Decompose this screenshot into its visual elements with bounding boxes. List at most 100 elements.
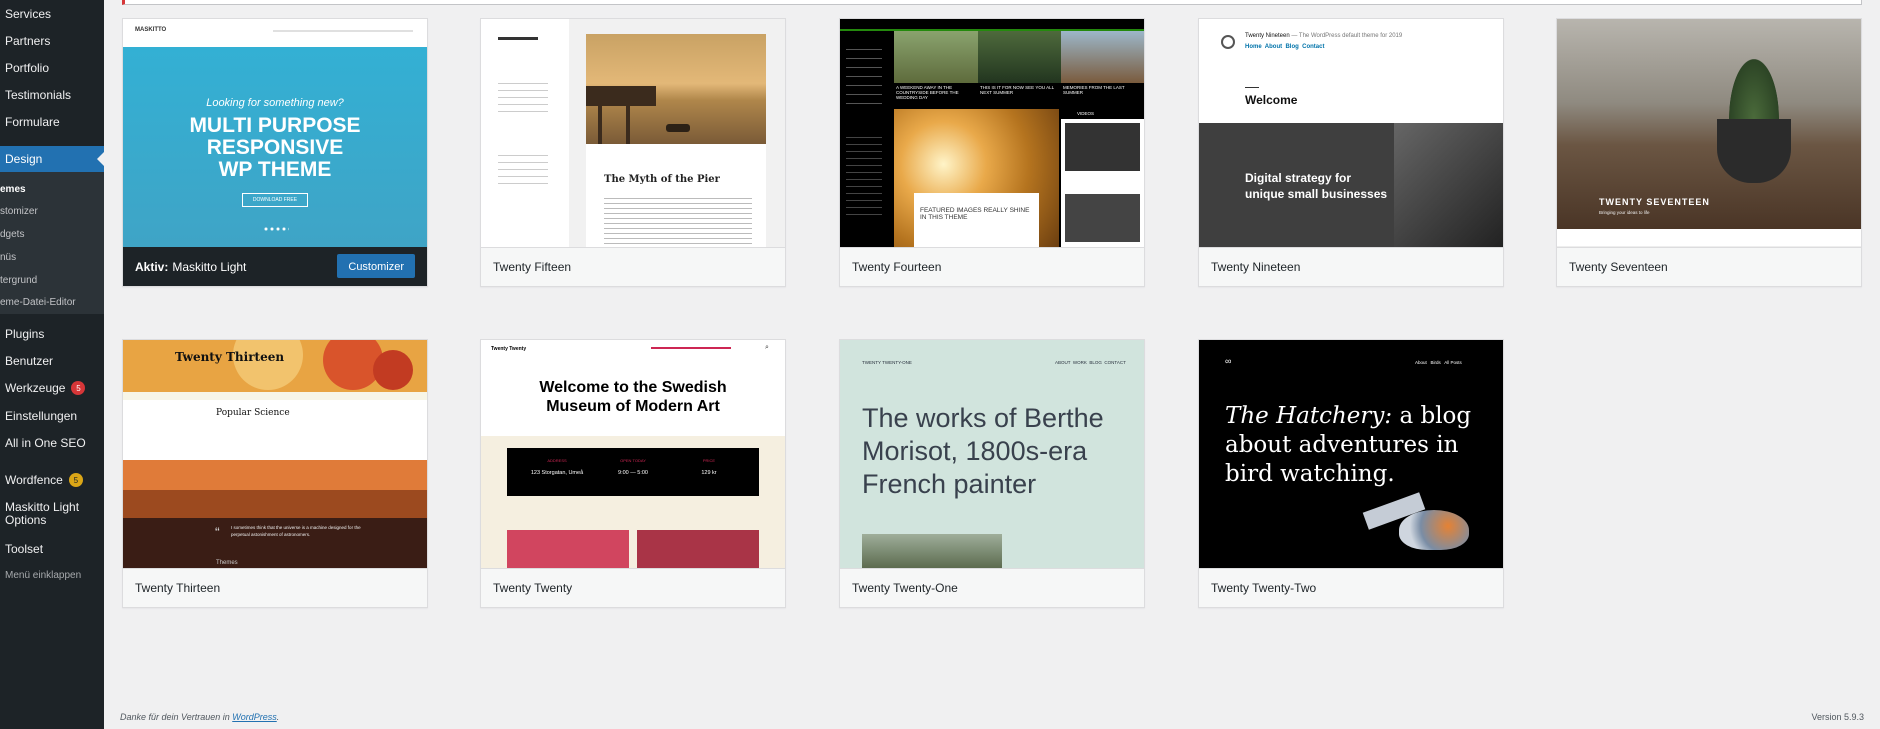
theme-card-twenty-twenty[interactable]: Twenty Twenty ⌕ Welcome to the Swedish M… — [480, 339, 786, 608]
theme-screenshot: The Myth of the Pier — [481, 19, 785, 247]
preview-feature-title: FEATURED IMAGES REALLY SHINE IN THIS THE… — [920, 207, 1030, 221]
preview-headline: unique small businesses — [1245, 187, 1388, 201]
menu-item-partners[interactable]: Partners — [5, 34, 50, 48]
active-label: Aktiv: — [135, 259, 169, 274]
preview-headline: The Hatchery: a blog about adventures in… — [1225, 403, 1472, 487]
submenu-item-background[interactable]: tergrund — [0, 275, 37, 286]
admin-sidebar: Services Partners Portfolio Testimonials… — [0, 0, 104, 729]
theme-screenshot: A WEEKEND AWAY IN THE COUNTRYSIDE BEFORE… — [840, 19, 1144, 247]
submenu-item-widgets[interactable]: dgets — [0, 229, 24, 240]
submenu-item-customizer[interactable]: stomizer — [0, 206, 38, 217]
theme-card-twenty-twenty-two[interactable]: ∞ About Birds All Posts The Hatchery: a … — [1198, 339, 1504, 608]
collapse-label: Menü einklappen — [5, 570, 82, 581]
customizer-button[interactable]: Customizer — [337, 254, 415, 278]
preview-info-table: ADDRESS 123 Storgatan, Umeå OPEN TODAY 9… — [507, 448, 759, 496]
theme-card-twenty-fourteen[interactable]: A WEEKEND AWAY IN THE COUNTRYSIDE BEFORE… — [839, 18, 1145, 287]
menu-item-maskitto-options[interactable]: Maskitto Light — [5, 500, 79, 514]
menu-item-design[interactable]: Design — [0, 146, 104, 172]
theme-name: Twenty Fourteen — [852, 260, 942, 274]
theme-name: Twenty Nineteen — [1211, 260, 1301, 274]
search-icon: ⌕ — [765, 344, 769, 351]
preview-widget-title: VIDEOS — [1077, 111, 1095, 116]
theme-name: Maskitto Light — [172, 259, 247, 274]
theme-card-twenty-fifteen[interactable]: The Myth of the Pier Twenty Fifteen — [480, 18, 786, 287]
admin-notice-bar — [122, 0, 1862, 5]
preview-pot — [1717, 119, 1791, 183]
theme-name: Twenty Twenty-One — [852, 581, 958, 595]
menu-label: Testimonials — [5, 88, 72, 102]
theme-screenshot: MASKITTO Looking for something new? MULT… — [123, 19, 427, 247]
theme-card-twenty-nineteen[interactable]: Twenty Nineteen — The WordPress default … — [1198, 18, 1504, 287]
theme-name: Twenty Twenty-Two — [1211, 581, 1317, 595]
menu-label: Formulare — [5, 115, 60, 129]
menu-item-testimonials[interactable]: Testimonials — [5, 88, 71, 102]
design-submenu: emes stomizer dgets nüs tergrund eme-Dat… — [0, 172, 104, 314]
footer-text-end: . — [276, 712, 280, 722]
preview-feature-image: FEATURED IMAGES REALLY SHINE IN THIS THE… — [894, 109, 1059, 247]
preview-caption: THIS IS IT FOR NOW SEE YOU ALL NEXT SUMM… — [980, 85, 1054, 95]
preview-nav — [273, 30, 413, 32]
theme-name-bar: Twenty Thirteen — [123, 568, 427, 607]
submenu-item-theme-editor[interactable]: eme-Datei-Editor — [0, 297, 76, 308]
preview-headline: WP THEME — [218, 158, 332, 181]
version-label: Version 5.9.3 — [1811, 712, 1864, 722]
preview-quote-block: “ I sometimes think that the universe is… — [123, 518, 427, 568]
menu-label: Plugins — [5, 327, 45, 341]
menu-item-einstellungen[interactable]: Einstellungen — [5, 409, 77, 423]
collapse-menu-button[interactable]: Menü einklappen — [5, 570, 81, 581]
theme-name: Twenty Thirteen — [135, 581, 221, 595]
menu-item-plugins[interactable]: Plugins — [5, 327, 44, 341]
menu-label: Partners — [5, 34, 51, 48]
preview-thumb — [1061, 31, 1144, 83]
menu-item-wordfence[interactable]: Wordfence 5 — [5, 473, 83, 487]
preview-quote: I sometimes think that the universe is a… — [231, 525, 361, 537]
preview-pier-image — [586, 34, 766, 144]
submenu-item-menus[interactable]: nüs — [0, 252, 16, 263]
theme-card-twenty-twenty-one[interactable]: TWENTY TWENTY-ONE ABOUT WORK BLOG CONTAC… — [839, 339, 1145, 608]
preview-slider-dots — [263, 227, 289, 231]
preview-more: Themes — [216, 560, 238, 566]
theme-card-twenty-thirteen[interactable]: Twenty Thirteen Popular Science “ I some… — [122, 339, 428, 608]
menu-item-portfolio[interactable]: Portfolio — [5, 61, 49, 75]
current-menu-arrow-icon — [97, 152, 104, 166]
menu-item-formulare[interactable]: Formulare — [5, 115, 60, 129]
preview-site-title: Twenty Twenty — [491, 346, 527, 352]
theme-name-bar: Aktiv: Maskitto Light Customizer — [123, 247, 427, 286]
theme-name-bar: Twenty Seventeen — [1557, 247, 1861, 286]
theme-name-bar: Twenty Twenty — [481, 568, 785, 607]
menu-item-all-in-one-seo[interactable]: All in One SEO — [5, 436, 86, 450]
preview-subtitle: Bringing your ideas to life — [1599, 210, 1650, 215]
submenu-item-themes[interactable]: emes — [0, 184, 26, 195]
theme-card-twenty-seventeen[interactable]: TWENTY SEVENTEEN Bringing your ideas to … — [1556, 18, 1862, 287]
menu-item-services[interactable]: Services — [5, 7, 51, 21]
preview-post: Popular Science — [123, 400, 427, 460]
preview-nav: ABOUT WORK BLOG CONTACT — [1055, 360, 1126, 365]
preview-videos-widget: VIDEOS — [1061, 109, 1144, 247]
bird-illustration — [1399, 510, 1469, 550]
theme-card-maskitto-light[interactable]: MASKITTO Looking for something new? MULT… — [122, 18, 428, 287]
preview-welcome: Welcome — [1245, 93, 1298, 107]
menu-label: Wordfence — [5, 473, 63, 487]
theme-screenshot: Twenty Twenty ⌕ Welcome to the Swedish M… — [481, 340, 785, 568]
theme-name-bar: Twenty Twenty-Two — [1199, 568, 1503, 607]
menu-item-toolset[interactable]: Toolset — [5, 542, 43, 556]
preview-logo: MASKITTO — [135, 27, 167, 33]
preview-cta: DOWNLOAD FREE — [241, 193, 309, 207]
preview-nav: Home About Blog Contact — [1245, 44, 1325, 50]
preview-sidebar — [840, 31, 894, 247]
preview-hero: Looking for something new? MULTI PURPOSE… — [123, 47, 427, 247]
menu-label: Maskitto Light — [5, 500, 80, 514]
preview-title: TWENTY SEVENTEEN — [1599, 197, 1710, 207]
preview-post-title: Popular Science — [216, 408, 290, 418]
wordpress-link[interactable]: WordPress — [232, 712, 277, 722]
preview-header: MASKITTO — [123, 19, 427, 47]
preview-nav: About Birds All Posts — [1415, 360, 1462, 365]
footer-text: Danke für dein Vertrauen in — [120, 712, 233, 722]
menu-item-benutzer[interactable]: Benutzer — [5, 354, 53, 368]
menu-label: Portfolio — [5, 61, 50, 75]
footer-thanks: Danke für dein Vertrauen in WordPress. — [120, 712, 279, 722]
menu-item-maskitto-options-line2[interactable]: Options — [5, 513, 46, 527]
menu-item-werkzeuge[interactable]: Werkzeuge 5 — [5, 381, 86, 395]
preview-header — [840, 19, 1144, 31]
notification-badge: 5 — [68, 473, 83, 487]
